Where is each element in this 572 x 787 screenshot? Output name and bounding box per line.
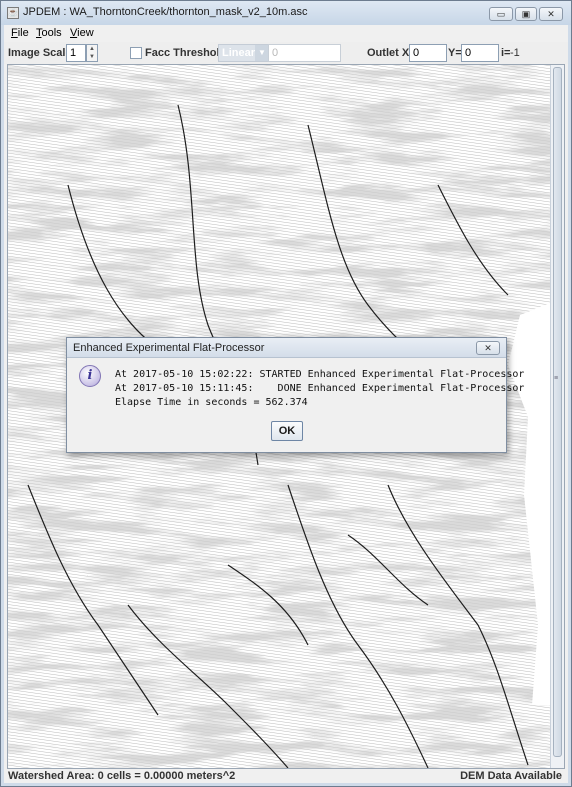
- spinner-down-icon[interactable]: ▼: [87, 53, 97, 61]
- image-scale-label: Image Scale: [8, 47, 72, 59]
- window-title: JPDEM : WA_ThorntonCreek/thornton_mask_v…: [23, 6, 308, 18]
- vertical-scrollbar[interactable]: ≡: [550, 65, 564, 768]
- close-button[interactable]: ✕: [539, 7, 563, 21]
- maximize-button[interactable]: ▣: [515, 7, 537, 21]
- scrollbar-grip-icon: ≡: [554, 375, 559, 382]
- chevron-down-icon[interactable]: ▼: [255, 45, 269, 61]
- app-window: ☕ JPDEM : WA_ThorntonCreek/thornton_mask…: [0, 0, 572, 787]
- menu-bar: File Tools View: [4, 25, 568, 42]
- java-app-icon: ☕: [7, 7, 19, 19]
- watershed-area-status: Watershed Area: 0 cells = 0.00000 meters…: [8, 770, 236, 782]
- dialog-message-line: At 2017-05-10 15:02:22: STARTED Enhanced…: [115, 369, 525, 380]
- menu-file-mnemonic: F: [11, 27, 18, 39]
- index-value: -1: [510, 47, 520, 59]
- toolbar: Image Scale 1 ▲ ▼ Facc Threshold Linear …: [4, 42, 568, 64]
- menu-file-label: ile: [17, 27, 29, 39]
- outlet-y-input[interactable]: 0: [461, 44, 499, 62]
- image-scale-spinner[interactable]: ▲ ▼: [86, 44, 98, 62]
- ok-button[interactable]: OK: [271, 421, 303, 441]
- menu-view[interactable]: View: [70, 27, 94, 39]
- info-dialog: Enhanced Experimental Flat-Processor ✕ i…: [66, 337, 524, 453]
- dialog-close-button[interactable]: ✕: [476, 341, 500, 355]
- scrollbar-thumb[interactable]: [553, 67, 562, 757]
- menu-tools-label: ools: [41, 27, 62, 39]
- scale-type-value: Linear: [222, 47, 256, 59]
- dialog-title-bar[interactable]: Enhanced Experimental Flat-Processor ✕: [67, 338, 506, 358]
- dialog-title: Enhanced Experimental Flat-Processor: [73, 342, 265, 354]
- info-icon: i: [79, 365, 101, 387]
- scale-type-dropdown[interactable]: Linear ▼: [218, 44, 270, 62]
- facc-threshold-checkbox[interactable]: [130, 47, 142, 59]
- status-bar: Watershed Area: 0 cells = 0.00000 meters…: [4, 769, 568, 783]
- outlet-y-label: Y=: [448, 47, 462, 59]
- outlet-x-input[interactable]: 0: [409, 44, 447, 62]
- dialog-message-line: Elapse Time in seconds = 562.374: [115, 397, 308, 408]
- menu-view-label: iew: [77, 27, 94, 39]
- threshold-input[interactable]: 0: [268, 44, 341, 62]
- dem-data-status: DEM Data Available: [460, 770, 562, 782]
- menu-tools[interactable]: Tools: [36, 27, 62, 39]
- image-scale-input[interactable]: 1: [66, 44, 86, 62]
- title-bar[interactable]: ☕ JPDEM : WA_ThorntonCreek/thornton_mask…: [1, 1, 571, 25]
- menu-file[interactable]: File: [11, 27, 29, 39]
- dialog-message-line: At 2017-05-10 15:11:45: DONE Enhanced Ex…: [115, 383, 525, 394]
- facc-threshold-label: Facc Threshold: [145, 47, 227, 59]
- spinner-up-icon[interactable]: ▲: [87, 45, 97, 53]
- minimize-button[interactable]: ▭: [489, 7, 513, 21]
